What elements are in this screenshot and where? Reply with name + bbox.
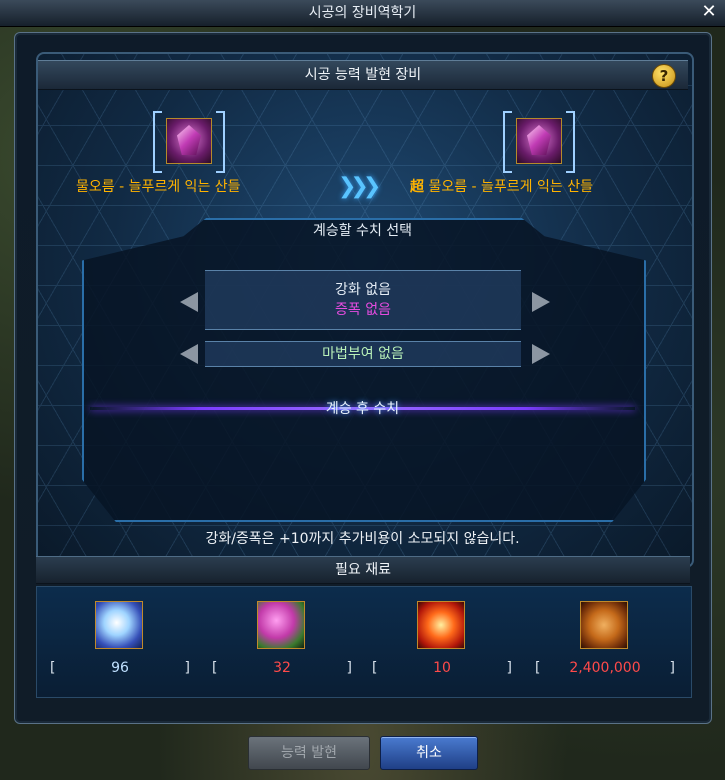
materials-header: 필요 재료 (36, 556, 690, 584)
reinforce-next-arrow[interactable] (532, 292, 550, 312)
target-item-name: 超 물오름 - 늘푸르게 익는 산들 (410, 179, 593, 195)
equipment-icon (177, 125, 201, 155)
material-count-1: [ 96 ] (50, 660, 190, 676)
super-prefix: 超 (410, 179, 424, 195)
cancel-button[interactable]: 취소 (380, 736, 478, 770)
count-value: 96 (111, 660, 129, 676)
count-value: 32 (273, 660, 291, 676)
material-count-2: [ 32 ] (212, 660, 352, 676)
bracket-right (566, 111, 575, 173)
enchant-prev-arrow[interactable] (180, 344, 198, 364)
reinforce-prev-arrow[interactable] (180, 292, 198, 312)
bracket-left (153, 111, 162, 173)
enchant-next-arrow[interactable] (532, 344, 550, 364)
crystal-icon (95, 601, 143, 649)
amplify-label: 증폭 없음 (335, 302, 391, 318)
source-item-name: 물오름 - 늘푸르게 익는 산들 (76, 179, 241, 195)
source-item-slot[interactable] (153, 111, 225, 173)
help-icon[interactable]: ? (652, 64, 676, 88)
material-count-4: [ 2,400,000 ] (535, 660, 675, 676)
bracket-right (216, 111, 225, 173)
enchant-label: 마법부여 없음 (322, 346, 404, 362)
window-title: 시공의 장비역학기 (308, 5, 417, 21)
chevron-right-icon: ❯❯❯ (338, 174, 381, 199)
materials-title: 필요 재료 (335, 562, 391, 578)
count-value: 2,400,000 (569, 660, 641, 676)
inherit-selection-panel (82, 218, 646, 522)
close-icon[interactable]: ✕ (699, 2, 719, 22)
reinforce-label: 강화 없음 (335, 282, 391, 298)
after-inherit-label: 계승 후 수치 (325, 401, 400, 417)
target-item-slot[interactable] (503, 111, 575, 173)
equipment-icon (527, 125, 551, 155)
bracket-left (503, 111, 512, 173)
section-header: 시공 능력 발현 장비 ? (38, 60, 688, 90)
section-title: 시공 능력 발현 장비 (304, 67, 422, 83)
gold-coins-icon (580, 601, 628, 649)
reinforce-option[interactable]: 강화 없음 증폭 없음 (205, 270, 521, 330)
orb-icon (257, 601, 305, 649)
awaken-button[interactable]: 능력 발현 (248, 736, 370, 770)
enchant-option[interactable]: 마법부여 없음 (205, 341, 521, 367)
notice-text: 강화/증폭은 +10까지 추가비용이 소모되지 않습니다. (205, 531, 520, 547)
window-titlebar: 시공의 장비역학기 ✕ (0, 0, 725, 27)
selection-title: 계승할 수치 선택 (312, 223, 413, 239)
sun-core-icon (417, 601, 465, 649)
count-value: 10 (433, 660, 451, 676)
material-count-3: [ 10 ] (372, 660, 512, 676)
